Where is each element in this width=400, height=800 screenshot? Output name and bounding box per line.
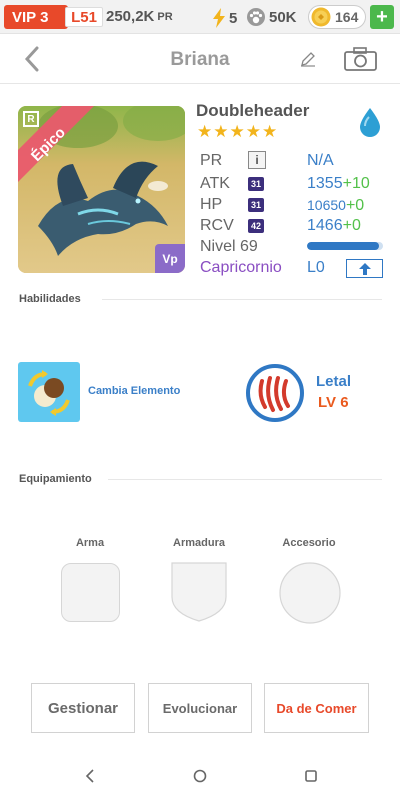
stat-value-rcv: 1466+0	[307, 217, 361, 234]
accessory-slot[interactable]	[279, 562, 341, 624]
resource-bar: VIP 3 L51 250,2K PR 5 50K 164 +	[0, 0, 400, 34]
upgrade-sign-button[interactable]	[346, 259, 383, 278]
monster-portrait[interactable]: Épico R Vp	[18, 106, 185, 273]
level-progress-fill	[307, 242, 380, 250]
food-value: 50K	[269, 8, 297, 26]
coins-value: 164	[335, 9, 359, 25]
lethal-skill-icon[interactable]	[245, 363, 305, 423]
page-title: Briana	[170, 49, 230, 70]
weapon-slot[interactable]	[61, 563, 120, 622]
level-label: Nivel 69	[200, 238, 258, 255]
skills-section-title: Habilidades	[19, 293, 81, 305]
stat-value-atk: 1355+10	[307, 175, 370, 192]
camera-icon[interactable]	[344, 47, 377, 71]
corner-badge: Vp	[155, 244, 185, 273]
skill-name-element-swap: Cambia Elemento	[88, 385, 181, 397]
water-drop-icon	[360, 108, 380, 137]
stat-value-hp: 10650+0	[307, 197, 365, 214]
rarity-tag: R	[23, 111, 39, 127]
paw-icon	[247, 8, 265, 26]
pr-unit: PR	[157, 10, 173, 23]
edit-pencil-icon[interactable]	[300, 51, 316, 67]
nav-back-icon[interactable]	[84, 769, 96, 783]
nav-recents-icon[interactable]	[304, 769, 318, 783]
skill-name-lethal: Letal	[316, 373, 352, 390]
skill-level-lethal: LV 6	[318, 394, 349, 411]
gold-coin-icon	[311, 7, 331, 27]
pr-info-button[interactable]: i	[248, 151, 266, 169]
coin-counter[interactable]: 164	[308, 5, 366, 29]
armor-slot[interactable]	[170, 561, 228, 623]
stat-badge-rcv: 42	[248, 219, 264, 233]
equipment-section-title: Equipamiento	[19, 473, 92, 485]
equipment-divider	[108, 479, 382, 480]
slot-label-weapon: Arma	[75, 537, 105, 549]
evolve-button[interactable]: Evolucionar	[148, 683, 252, 733]
up-arrow-icon	[358, 262, 371, 275]
food-counter[interactable]: 50K	[246, 8, 297, 26]
stat-badge-hp: 31	[248, 198, 264, 212]
nav-home-icon[interactable]	[193, 769, 207, 783]
stat-label-atk: ATK	[200, 175, 230, 192]
stat-badge-atk: 31	[248, 177, 264, 191]
feed-button[interactable]: Da de Comer	[264, 683, 369, 733]
vip-badge[interactable]: VIP 3 L51	[4, 5, 103, 29]
pr-total: 250,2K PR	[106, 8, 173, 25]
energy-value: 5	[229, 9, 238, 27]
manage-button[interactable]: Gestionar	[31, 683, 135, 733]
level-progress-bar	[307, 242, 383, 250]
stat-label-hp: HP	[200, 196, 223, 213]
player-level: L51	[65, 7, 103, 27]
zodiac-level: L0	[307, 259, 325, 276]
vip-label: VIP 3	[12, 8, 49, 26]
slot-label-accessory: Accesorio	[282, 537, 336, 549]
star-rating: ★★★★★	[197, 122, 279, 141]
stat-label-pr: PR	[200, 152, 223, 169]
zodiac-sign: Capricornio	[200, 259, 282, 276]
system-nav-bar	[0, 752, 400, 800]
monster-species-name: Doubleheader	[196, 101, 310, 120]
add-coins-button[interactable]: +	[370, 5, 394, 29]
lightning-icon	[213, 8, 225, 28]
skills-divider	[102, 299, 382, 300]
energy-counter[interactable]: 5	[212, 8, 237, 28]
stat-value-pr: N/A	[307, 152, 334, 169]
stat-label-rcv: RCV	[200, 217, 234, 234]
element-swap-icon	[28, 370, 70, 416]
pr-value: 250,2K	[106, 8, 155, 25]
slot-label-armor: Armadura	[173, 537, 225, 549]
monster-header: Briana	[0, 34, 400, 84]
skill-icon-element-swap[interactable]	[18, 362, 80, 422]
